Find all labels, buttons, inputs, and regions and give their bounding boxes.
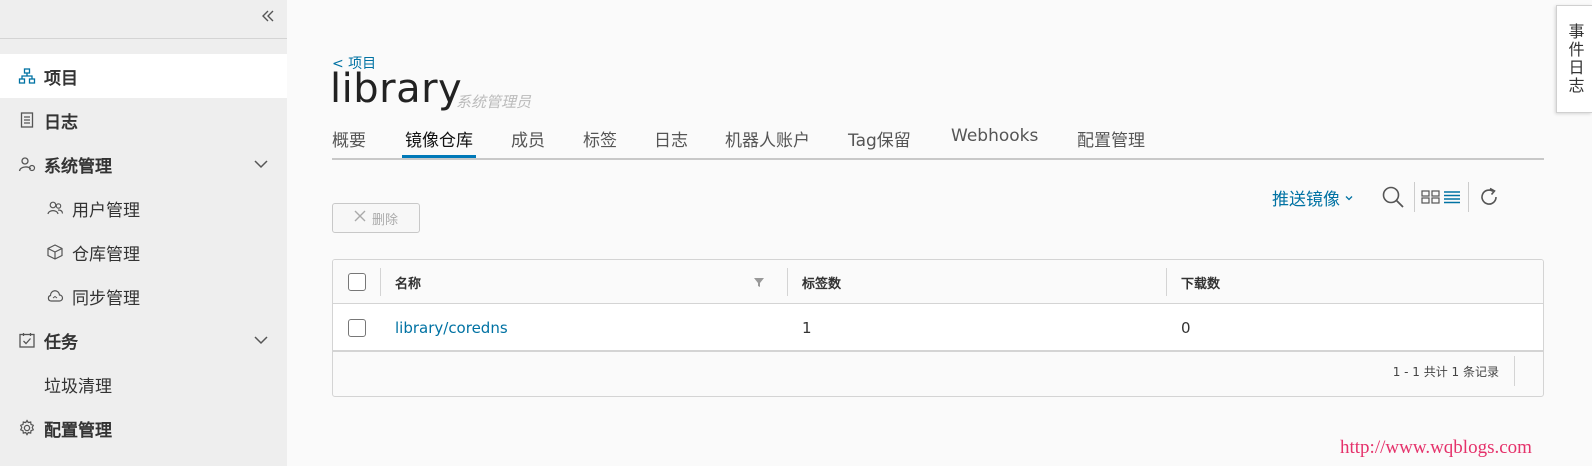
tab-labels[interactable]: 标签 [583,126,617,158]
sidebar-item-label: 垃圾清理 [44,376,112,397]
card-view-icon[interactable] [1420,187,1442,207]
sidebar-item-registries[interactable]: 仓库管理 [0,230,287,274]
delete-button[interactable]: 删除 [332,203,420,233]
calendar-check-icon [18,331,36,349]
table-header: 名称 标签数 下载数 [333,260,1543,304]
filter-icon[interactable] [753,276,765,288]
push-image-label: 推送镜像 [1272,190,1340,210]
close-icon [354,210,366,226]
sidebar-item-tasks[interactable]: 任务 [0,318,287,362]
tab-summary[interactable]: 概要 [332,126,366,158]
chevron-down-icon[interactable] [253,156,269,172]
list-view-icon[interactable] [1442,187,1462,207]
sidebar-item-users[interactable]: 用户管理 [0,186,287,230]
tab-logs[interactable]: 日志 [654,126,688,158]
pagination-summary: 1 - 1 共计 1 条记录 [1392,365,1499,379]
select-all-checkbox[interactable] [348,273,366,291]
gear-icon [18,419,36,437]
tab-tag-retention[interactable]: Tag保留 [848,126,911,158]
tab-robot-accounts[interactable]: 机器人账户 [725,126,810,158]
event-log-tab[interactable]: 事件日志 [1556,5,1592,113]
column-header-tags[interactable]: 标签数 [802,260,841,304]
sidebar-item-label: 用户管理 [72,200,140,221]
admin-icon [18,155,36,173]
chevron-down-icon[interactable] [253,332,269,348]
column-header-downloads[interactable]: 下载数 [1181,260,1220,304]
tab-repositories[interactable]: 镜像仓库 [402,126,476,158]
sidebar-item-label: 同步管理 [72,288,140,309]
sidebar-item-gc[interactable]: 垃圾清理 [0,362,287,406]
download-count: 0 [1181,319,1191,337]
sidebar-divider [0,38,287,39]
sidebar-item-replication[interactable]: 同步管理 [0,274,287,318]
column-divider [1166,268,1167,296]
sidebar-item-label: 日志 [44,112,78,133]
sidebar-item-label: 仓库管理 [72,244,140,265]
watermark: http://www.wqblogs.com [1340,437,1532,458]
main-content: < 项目 library 系统管理员 概要 镜像仓库 成员 标签 日志 机器人账… [287,0,1592,466]
sidebar-item-label: 配置管理 [44,420,112,441]
column-divider [380,268,381,296]
sidebar-item-configuration[interactable]: 配置管理 [0,406,287,450]
search-icon[interactable] [1380,184,1406,210]
column-divider [787,268,788,296]
chevron-down-icon [1345,195,1353,200]
toolbar-divider [1468,182,1469,212]
users-icon [46,199,64,217]
column-header-name[interactable]: 名称 [395,260,421,304]
toolbar-divider [1414,182,1415,212]
tab-webhooks[interactable]: Webhooks [951,126,1038,158]
role-label: 系统管理员 [456,93,532,111]
event-log-label: 事件日志 [1565,23,1585,95]
collapse-sidebar-icon[interactable] [256,4,280,28]
refresh-icon[interactable] [1477,185,1501,209]
tag-count: 1 [802,319,812,337]
cloud-sync-icon [46,287,64,305]
sidebar-item-projects[interactable]: 项目 [0,54,287,98]
table-row: library/coredns 1 0 [333,304,1543,352]
box-icon [46,243,64,261]
tab-configuration[interactable]: 配置管理 [1077,126,1145,158]
repositories-table: 名称 标签数 下载数 library/coredns 1 0 1 - 1 共计 … [332,259,1544,397]
sidebar-item-logs[interactable]: 日志 [0,98,287,142]
repository-name-link[interactable]: library/coredns [395,304,508,352]
sidebar: 项目 日志 系统管理 用户管理 仓库管理 同步管理 任务 垃圾清理 配置管理 [0,0,287,466]
footer-divider [1514,356,1515,386]
page-title: library [330,66,463,112]
delete-label: 删除 [371,212,398,228]
row-checkbox[interactable] [348,319,366,337]
sidebar-item-admin[interactable]: 系统管理 [0,142,287,186]
log-icon [18,111,36,129]
sidebar-item-label: 项目 [44,68,78,89]
sidebar-item-label: 任务 [44,332,78,353]
push-image-button[interactable]: 推送镜像 [1272,185,1354,210]
tab-members[interactable]: 成员 [511,126,545,158]
sidebar-item-label: 系统管理 [44,156,112,177]
project-icon [18,67,36,85]
tab-bar: 概要 镜像仓库 成员 标签 日志 机器人账户 Tag保留 Webhooks 配置… [332,122,1544,160]
